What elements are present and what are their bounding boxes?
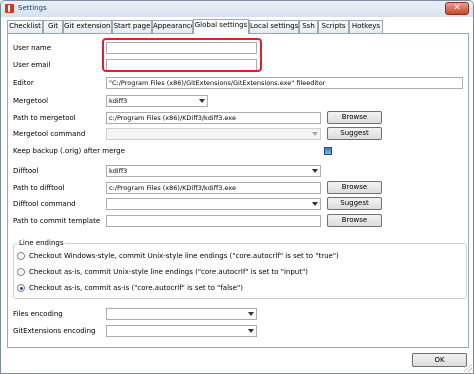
tab-global-settings[interactable]: Global settings: [193, 19, 249, 34]
user-name-label: User name: [13, 44, 52, 52]
difftool-select-value: kdiff3: [109, 167, 128, 175]
chevron-down-icon: [248, 329, 254, 333]
tab-git[interactable]: Git: [43, 20, 63, 33]
difftool-select[interactable]: kdiff3: [106, 165, 321, 177]
autocrlf-input-radio[interactable]: [17, 268, 25, 276]
mergetool-select[interactable]: kdiff3: [106, 95, 208, 107]
keep-backup-label: Keep backup (.orig) after merge: [13, 147, 125, 155]
editor-input[interactable]: "C:/Program Files (x86)/GitExtensions/Gi…: [106, 77, 463, 89]
editor-label: Editor: [13, 79, 34, 87]
browse-mergetool-button[interactable]: Browse: [327, 111, 382, 124]
autocrlf-true-label[interactable]: Checkout Windows-style, commit Unix-styl…: [29, 252, 339, 260]
ok-button[interactable]: OK: [412, 353, 467, 367]
difftool-label: Difftool: [13, 167, 39, 175]
browse-difftool-button[interactable]: Browse: [327, 181, 382, 194]
chevron-down-icon: [248, 312, 254, 316]
resize-grip-icon[interactable]: [464, 364, 472, 372]
path-to-commit-template-label: Path to commit template: [13, 217, 101, 225]
user-email-label: User email: [13, 61, 51, 69]
autocrlf-false-radio[interactable]: [17, 284, 25, 292]
tab-strip: Checklist Git Git extensions Start page …: [7, 19, 469, 34]
files-encoding-label: Files encoding: [13, 310, 63, 318]
tab-git-extensions[interactable]: Git extensions: [63, 20, 112, 33]
files-encoding-select[interactable]: [106, 308, 257, 320]
tab-local-settings[interactable]: Local settings: [249, 20, 299, 33]
gitextensions-encoding-label: GitExtensions encoding: [13, 327, 96, 335]
window-title: Settings: [18, 4, 47, 12]
chevron-down-icon: [312, 202, 318, 206]
suggest-mergetool-button[interactable]: Suggest: [327, 127, 382, 140]
tab-scripts[interactable]: Scripts: [318, 20, 349, 33]
tab-appearance[interactable]: Appearance: [152, 20, 193, 33]
settings-window: Settings ✕ Checklist Git Git extensions …: [0, 0, 474, 374]
mergetool-label: Mergetool: [13, 97, 49, 105]
keep-backup-checkbox[interactable]: [324, 147, 332, 155]
chevron-down-icon: [199, 99, 205, 103]
autocrlf-input-label[interactable]: Checkout as-is, commit Unix-style line e…: [29, 268, 308, 276]
path-to-difftool-label: Path to difftool: [13, 184, 65, 192]
autocrlf-false-label[interactable]: Checkout as-is, commit as-is ("core.auto…: [29, 284, 243, 292]
line-endings-title: Line endings: [17, 239, 66, 247]
tab-ssh[interactable]: Ssh: [299, 20, 318, 33]
chevron-down-icon: [312, 132, 318, 136]
path-to-mergetool-label: Path to mergetool: [13, 114, 76, 122]
mergetool-select-value: kdiff3: [109, 97, 128, 105]
path-to-difftool-input[interactable]: c:/Program Files (x86)/KDiff3/kdiff3.exe: [106, 182, 321, 194]
global-settings-panel: User name User email Editor "C:/Program …: [7, 33, 469, 348]
path-to-commit-template-input[interactable]: [106, 215, 321, 227]
red-highlight-annotation: [102, 38, 262, 72]
path-to-mergetool-input[interactable]: c:/Program Files (x86)/KDiff3/kdiff3.exe: [106, 112, 321, 124]
chevron-down-icon: [312, 169, 318, 173]
mergetool-command-select[interactable]: [106, 128, 321, 140]
autocrlf-true-radio[interactable]: [17, 252, 25, 260]
browse-commit-template-button[interactable]: Browse: [327, 214, 382, 227]
git-extensions-app-icon: [5, 4, 14, 13]
difftool-command-select[interactable]: [106, 198, 321, 210]
tab-hotkeys[interactable]: Hotkeys: [349, 20, 383, 33]
tab-checklist[interactable]: Checklist: [7, 20, 43, 33]
tab-start-page[interactable]: Start page: [112, 20, 152, 33]
gitextensions-encoding-select[interactable]: [106, 325, 257, 337]
close-icon[interactable]: ✕: [445, 2, 469, 15]
suggest-difftool-button[interactable]: Suggest: [327, 197, 382, 210]
difftool-command-label: Difftool command: [13, 200, 76, 208]
mergetool-command-label: Mergetool command: [13, 130, 86, 138]
title-bar[interactable]: Settings ✕: [1, 1, 473, 17]
